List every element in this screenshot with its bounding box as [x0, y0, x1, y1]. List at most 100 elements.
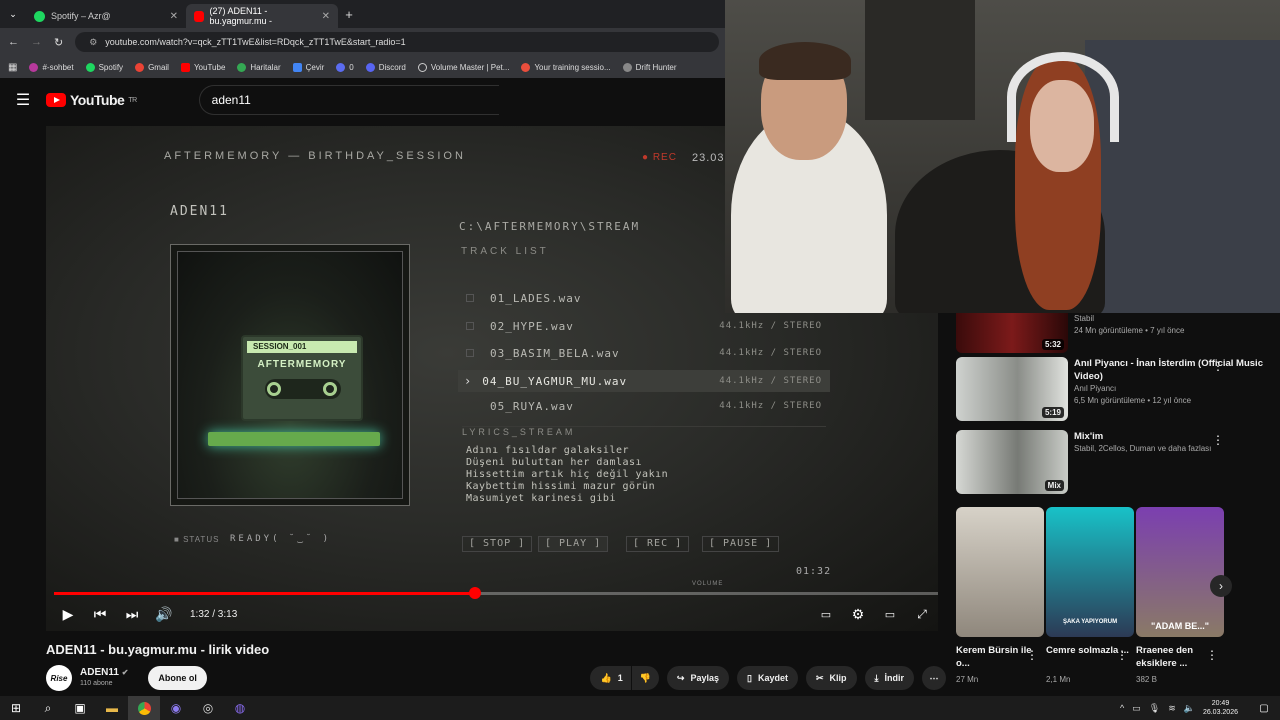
channel-name[interactable]: Stabil: [1074, 313, 1266, 325]
youtube-logo[interactable]: YouTube TR: [46, 92, 137, 108]
more-options-icon[interactable]: ⋮: [1212, 359, 1240, 373]
short-views: 382 B: [1136, 675, 1157, 684]
channel-avatar[interactable]: Rise: [46, 665, 72, 691]
discord-icon[interactable]: ◍: [224, 696, 256, 720]
reload-icon[interactable]: ↻: [54, 36, 63, 49]
album-cover: SESSION_001 AFTERMEMORY: [170, 244, 410, 506]
share-icon: ↪: [676, 672, 685, 683]
previous-icon[interactable]: ⏮: [84, 601, 116, 627]
wifi-icon[interactable]: ≋: [1168, 703, 1176, 714]
player-controls: ▶ ⏮ ⏭ 🔊 1:32 / 3:13 ▭ ⚙ ▭ ⤢: [46, 600, 938, 628]
close-tab-icon[interactable]: ✕: [322, 11, 330, 22]
task-view-icon[interactable]: ▣: [64, 696, 96, 720]
bookmark-training[interactable]: Your training sessio...: [521, 62, 611, 72]
short-thumbnail[interactable]: "ADAM BE...": [1136, 507, 1224, 637]
url-text: youtube.com/watch?v=qck_zTT1TwE&list=RDq…: [105, 37, 406, 47]
apps-icon[interactable]: ▦: [8, 62, 17, 73]
cassette-reel-icon: [323, 382, 337, 396]
more-options-icon[interactable]: ⋮: [1206, 648, 1240, 662]
chrome-icon[interactable]: [128, 696, 160, 720]
video-thumbnail[interactable]: 5:32: [956, 313, 1068, 353]
search-input[interactable]: aden11: [198, 85, 499, 115]
url-field[interactable]: ⚙ youtube.com/watch?v=qck_zTT1TwE&list=R…: [75, 32, 719, 52]
bookmark-0[interactable]: 0: [336, 62, 354, 72]
tab-youtube[interactable]: (27) ADEN11 - bu.yagmur.mu - ✕: [186, 4, 338, 28]
dislike-button[interactable]: 👎: [631, 666, 659, 690]
progress-bar[interactable]: [54, 587, 938, 599]
mic-icon[interactable]: 🎙: [1149, 703, 1160, 714]
short-thumbnail[interactable]: [956, 507, 1044, 637]
bookmark-sohbet[interactable]: #-sohbet: [29, 62, 74, 72]
scene-timer: 01:32: [796, 566, 832, 577]
youtube-favicon-icon: [194, 10, 204, 22]
new-tab-icon[interactable]: +: [338, 1, 360, 27]
tab-label: Spotify – Azr@: [51, 11, 111, 21]
notifications-icon[interactable]: ▢: [1248, 696, 1280, 720]
person-left-hair: [759, 42, 851, 80]
tab-spotify[interactable]: Spotify – Azr@ ✕: [26, 4, 186, 28]
next-icon[interactable]: ⏭: [116, 601, 148, 627]
lyrics-line: Düşeni buluttan her damlası: [466, 457, 643, 468]
cassette-graphic: SESSION_001 AFTERMEMORY: [241, 335, 363, 421]
subtitles-icon[interactable]: ▭: [810, 601, 842, 627]
like-button[interactable]: 👍 1: [590, 666, 631, 690]
scissors-icon: ✂: [815, 672, 824, 683]
video-thumbnail[interactable]: 5:19: [956, 357, 1068, 421]
bookmark-icon: ▯: [747, 672, 752, 683]
fullscreen-icon[interactable]: ⤢: [906, 601, 938, 627]
bookmark-volume-master[interactable]: Volume Master | Pet...: [417, 62, 509, 72]
chevron-right-icon[interactable]: ›: [1210, 575, 1232, 597]
back-icon[interactable]: ←: [8, 36, 19, 48]
track-item: 05_RUYA.wav 44.1kHz / STEREO: [458, 395, 830, 417]
video-meta: 24 Mn görüntüleme • 7 yıl önce: [1074, 326, 1185, 335]
close-tab-icon[interactable]: ✕: [170, 11, 178, 22]
bookmark-gmail[interactable]: Gmail: [135, 62, 169, 72]
subscribe-button[interactable]: Abone ol: [148, 666, 207, 690]
tab-search-icon[interactable]: ⌄: [0, 1, 26, 27]
bookmark-drift-hunter[interactable]: Drift Hunter: [622, 62, 677, 72]
channel-name[interactable]: ADEN11 ✔: [80, 667, 128, 678]
short-overlay: "ADAM BE...": [1150, 621, 1210, 631]
status-label: ■ STATUS: [174, 535, 220, 544]
thumbs-up-icon: 👍: [600, 672, 612, 683]
play-icon[interactable]: ▶: [52, 601, 84, 627]
volume-icon[interactable]: 🔊: [148, 601, 180, 627]
download-button[interactable]: ⤓ İndir: [864, 666, 914, 690]
bookmark-spotify[interactable]: Spotify: [85, 62, 123, 72]
bookmark-youtube[interactable]: YouTube: [180, 62, 225, 72]
file-explorer-icon[interactable]: ▬: [96, 696, 128, 720]
hamburger-menu-icon[interactable]: ☰: [0, 90, 46, 110]
bookmark-translate[interactable]: Çevir: [292, 62, 324, 72]
save-button[interactable]: ▯ Kaydet: [737, 666, 798, 690]
windows-start-icon[interactable]: ⊞: [0, 696, 32, 720]
headphones: [1007, 52, 1119, 142]
recommendation-item[interactable]: 5:32 Stabil 24 Mn görüntüleme • 7 yıl önc…: [956, 313, 1266, 353]
chevron-right-icon: ›: [464, 374, 473, 388]
more-options-icon[interactable]: ⋮: [1212, 433, 1240, 447]
speaker-icon[interactable]: 🔈: [1184, 703, 1195, 714]
checkbox-icon: [466, 402, 474, 410]
share-button[interactable]: ↪ Paylaş: [666, 666, 729, 690]
search-icon[interactable]: ⌕: [32, 696, 64, 720]
video-thumbnail[interactable]: Mix: [956, 430, 1068, 494]
progress-fill: [54, 592, 476, 595]
tray-chevron-icon[interactable]: ^: [1120, 703, 1124, 713]
forward-icon[interactable]: →: [31, 36, 42, 48]
track-item: 02_HYPE.wav 44.1kHz / STEREO: [458, 315, 830, 337]
tab-label: (27) ADEN11 - bu.yagmur.mu -: [209, 6, 273, 26]
bookmark-maps[interactable]: Haritalar: [237, 62, 281, 72]
network-icon[interactable]: ▭: [1132, 703, 1141, 714]
bookmark-discord[interactable]: Discord: [365, 62, 406, 72]
channel-name[interactable]: Anıl Piyancı: [1074, 383, 1266, 395]
browser-tab-bar: ⌄ Spotify – Azr@ ✕ (27) ADEN11 - bu.yagm…: [0, 0, 725, 28]
more-actions-button[interactable]: ⋯: [922, 666, 946, 690]
short-thumbnail[interactable]: ŞAKA YAPIYORUM: [1046, 507, 1134, 637]
app-icon[interactable]: ◉: [160, 696, 192, 720]
settings-gear-icon[interactable]: ⚙: [842, 601, 874, 627]
clock[interactable]: 20:49 26.03.2026: [1203, 699, 1238, 717]
theater-mode-icon[interactable]: ▭: [874, 601, 906, 627]
clip-button[interactable]: ✂ Klip: [805, 666, 857, 690]
bookmarks-bar: ▦ #-sohbet Spotify Gmail YouTube Harital…: [0, 56, 725, 78]
obs-icon[interactable]: ◎: [192, 696, 224, 720]
site-info-icon[interactable]: ⚙: [89, 37, 97, 48]
